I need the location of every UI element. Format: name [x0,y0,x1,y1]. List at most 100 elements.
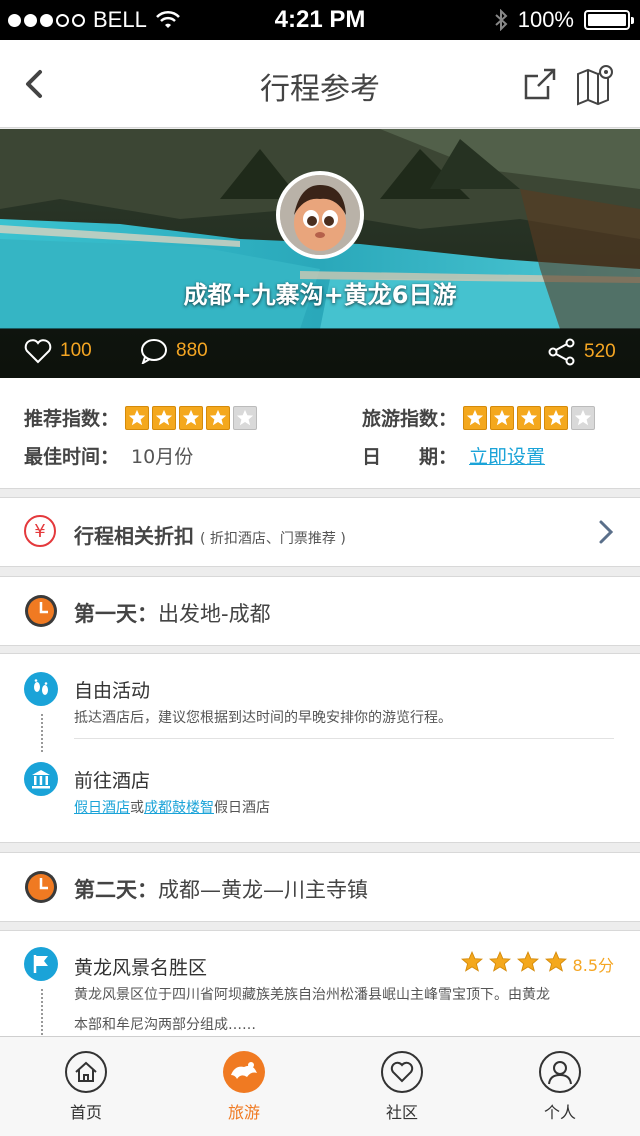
trip-info-card: 推荐指数： 旅游指数： 最佳时间： 10月份 日 期： 立即设置 [0,378,640,489]
activity-description: 抵达酒店后，建议您根据到达时间的早晚安排你的游览行程。 [74,710,452,726]
hotel-link-2[interactable]: 成都鼓楼智 [144,800,214,816]
star-icon [516,950,539,977]
author-avatar[interactable] [276,171,364,259]
tab-label: 旅游 [227,1103,260,1122]
heart-icon [381,1051,423,1093]
star-filled-icon [206,405,231,430]
tab-label: 社区 [385,1103,418,1122]
star-empty-icon [233,405,258,430]
travel-stars [463,405,596,430]
heart-outline-icon [24,339,52,364]
comment-stat[interactable]: 880 [140,338,208,364]
star-icon [488,950,511,977]
day2-header: 第二天：成都—黄龙—川主寺镇 [0,852,640,922]
day2-text: 第二天：成都—黄龙—川主寺镇 [74,874,368,904]
yen-icon: ¥ [24,515,56,547]
recommend-index-row: 推荐指数： [24,404,258,431]
comment-count: 880 [176,340,208,361]
tab-home[interactable]: 首页 [46,1051,126,1123]
discount-text: 行程相关折扣 ( 折扣酒店、门票推荐 ) [74,520,346,549]
hotel-suffix: 假日酒店 [214,800,270,816]
best-time-value: 10月份 [131,446,194,468]
user-icon [539,1051,581,1093]
discount-row[interactable]: ¥ 行程相关折扣 ( 折扣酒店、门票推荐 ) [0,497,640,567]
timeline-connector [41,989,43,1039]
attraction-description-line2: 本部和牟尼沟两部分组成…… [74,1017,256,1033]
recommend-stars [125,405,258,430]
attraction-description-line1: 黄龙风景区位于四川省阿坝藏族羌族自治州松潘县岷山主峰雪宝顶下。由黄龙 [74,987,550,1003]
day1-text: 第一天：出发地-成都 [74,598,271,628]
clock-icon [25,595,57,627]
day1-route: 出发地-成都 [158,602,271,626]
status-bar: BELL 4:21 PM 100% [0,0,640,40]
footprint-icon [24,672,58,706]
like-stat[interactable]: 100 [24,338,92,364]
activity-title: 自由活动 [74,680,151,702]
share-icon [548,338,575,366]
tab-bar: 首页 旅游 社区 个人 [0,1036,640,1136]
bluetooth-icon [495,9,508,31]
share-export-icon[interactable] [522,66,558,102]
star-filled-icon [517,405,542,430]
set-date-link[interactable]: 立即设置 [469,442,545,469]
share-count: 520 [584,341,616,362]
hero-stats-bar: 100 880 520 [0,328,640,378]
comment-bubble-icon [141,339,167,364]
battery-icon [584,10,634,30]
star-filled-icon [179,405,204,430]
discount-subtitle: ( 折扣酒店、门票推荐 ) [200,531,346,547]
tab-profile[interactable]: 个人 [520,1051,600,1123]
activity-title: 前往酒店 [74,770,151,792]
clock-icon [25,871,57,903]
day1-activities: 自由活动 抵达酒店后，建议您根据到达时间的早晚安排你的游览行程。 前往酒店 假日… [0,653,640,843]
star-filled-icon [152,405,177,430]
day2-activities: 黄龙风景名胜区 8.5分 黄龙风景区位于四川省阿坝藏族羌族自治州松潘县岷山主峰雪… [0,930,640,1040]
star-filled-icon [125,405,150,430]
best-time-row: 最佳时间： 10月份 [24,442,193,469]
map-location-icon[interactable] [574,62,618,106]
travel-icon [223,1051,265,1093]
hotel-link-1[interactable]: 假日酒店 [74,800,130,816]
tab-label: 个人 [543,1103,576,1122]
flag-icon [24,947,58,981]
battery-percent: 100% [517,7,574,32]
divider [74,738,614,739]
star-filled-icon [463,405,488,430]
star-filled-icon [544,405,569,430]
recommend-index-label: 推荐指数： [24,408,120,430]
like-count: 100 [60,340,92,361]
rating-stars [460,950,567,977]
navigation-bar: 行程参考 [0,40,640,128]
attraction-rating: 8.5分 [460,950,614,977]
day2-route: 成都—黄龙—川主寺镇 [158,878,368,902]
star-icon [460,950,483,977]
hotel-links: 假日酒店或成都鼓楼智假日酒店 [74,794,270,822]
timeline-connector [41,714,43,752]
app-root: BELL 4:21 PM 100% 行程参考 成都+九寨沟+黄龙6日游 100 … [0,0,640,1136]
chevron-right-icon [599,520,614,544]
tab-community[interactable]: 社区 [362,1051,442,1123]
star-empty-icon [571,405,596,430]
travel-index-label: 旅游指数： [362,408,458,430]
date-label: 日 期： [362,446,458,468]
trip-title: 成都+九寨沟+黄龙6日游 [183,281,457,309]
star-filled-icon [490,405,515,430]
tab-travel[interactable]: 旅游 [204,1051,284,1123]
or-text: 或 [130,800,144,816]
star-icon [544,950,567,977]
travel-index-row: 旅游指数： [362,404,596,431]
home-icon [65,1051,107,1093]
best-time-label: 最佳时间： [24,446,120,468]
share-stat[interactable]: 520 [548,338,616,366]
hero-banner: 成都+九寨沟+黄龙6日游 100 880 520 [0,129,640,378]
date-row: 日 期： 立即设置 [362,442,545,469]
status-right: 100% [494,7,634,33]
tab-label: 首页 [69,1103,102,1122]
day2-label: 第二天： [74,878,158,902]
discount-title: 行程相关折扣 [74,524,194,548]
day1-header: 第一天：出发地-成都 [0,576,640,646]
attraction-title[interactable]: 黄龙风景名胜区 [74,953,207,980]
hotel-icon [24,762,58,796]
cartoon-face-icon [280,175,360,255]
rating-score: 8.5分 [572,956,614,975]
